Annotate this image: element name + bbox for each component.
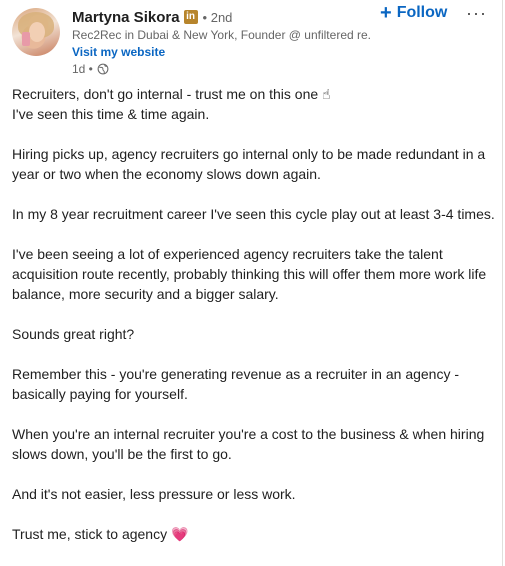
post-line: I've seen this time & time again. (12, 106, 210, 122)
post-paragraph: In my 8 year recruitment career I've see… (12, 206, 495, 222)
avatar-phone (22, 32, 30, 46)
post-paragraph: Sounds great right? (12, 326, 135, 342)
avatar-face (29, 22, 45, 42)
post-paragraph: Hiring picks up, agency recruiters go in… (12, 146, 486, 182)
author-headline: Rec2Rec in Dubai & New York, Founder @ u… (72, 28, 372, 42)
avatar[interactable] (12, 8, 60, 56)
linkedin-badge-icon: in (183, 10, 198, 24)
post-line: Recruiters, don't go internal - trust me… (12, 86, 331, 102)
more-options-button[interactable]: ··· (466, 3, 487, 24)
globe-icon (97, 63, 109, 75)
post-paragraph: When you're an internal recruiter you're… (12, 426, 485, 462)
post-meta: 1d • (72, 62, 502, 76)
post-paragraph: Trust me, stick to agency 💗 (12, 526, 189, 542)
author-name[interactable]: Martyna Sikora (72, 9, 180, 26)
post-paragraph: Remember this - you're generating revenu… (12, 366, 460, 402)
follow-label: Follow (396, 4, 448, 21)
post-time: 1d • (72, 62, 93, 76)
post-paragraph: And it's not easier, less pressure or le… (12, 486, 296, 502)
post-card: Martyna Sikora in • 2nd Rec2Rec in Dubai… (0, 0, 503, 566)
post-body: Recruiters, don't go internal - trust me… (12, 84, 496, 564)
visit-website-link[interactable]: Visit my website (72, 45, 502, 59)
plus-icon: + (380, 2, 392, 24)
follow-button[interactable]: + Follow (380, 2, 448, 24)
connection-degree: • 2nd (202, 9, 233, 25)
post-paragraph: I've been seeing a lot of experienced ag… (12, 246, 487, 302)
